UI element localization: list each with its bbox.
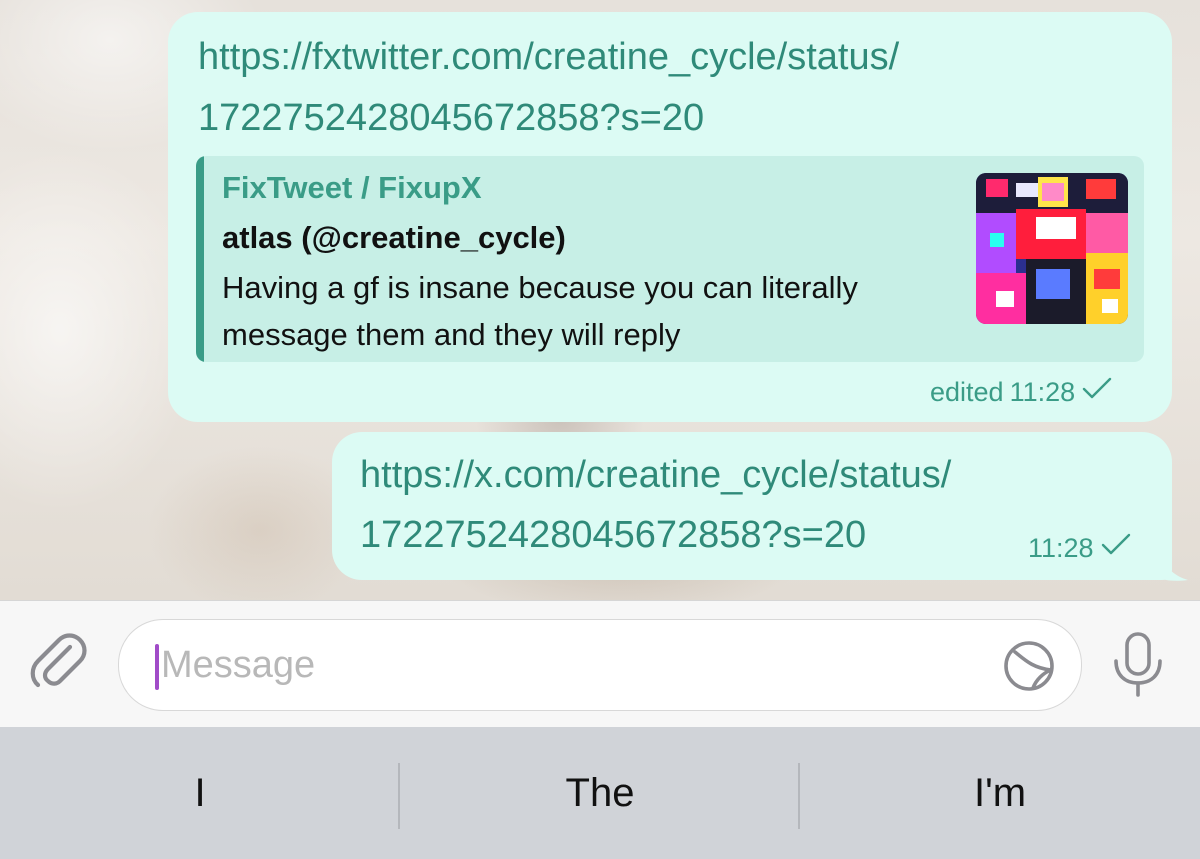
tweet-image-thumbnail[interactable] [976, 173, 1128, 324]
message-2-meta: 11:28 [1028, 532, 1132, 565]
message-2-time: 11:28 [1028, 533, 1094, 563]
link-preview-card[interactable]: FixTweet / FixupX atlas (@creatine_cycle… [196, 156, 1144, 362]
paperclip-icon[interactable] [28, 631, 92, 695]
check-icon [1100, 532, 1132, 565]
keyboard-suggestion-bar: I The I'm [0, 727, 1200, 859]
preview-text: Having a gf is insane because you can li… [222, 270, 858, 352]
microphone-icon[interactable] [1108, 631, 1168, 699]
message-1-link-line-1[interactable]: https://fxtwitter.com/creatine_cycle/sta… [198, 34, 899, 80]
message-2-link-line-2[interactable]: 1722752428045672858?s=20 [360, 512, 866, 558]
sticker-icon[interactable] [1003, 640, 1055, 692]
message-1-time: 11:28 [1009, 377, 1076, 407]
check-icon [1081, 376, 1113, 409]
message-composer: Message [0, 600, 1200, 727]
preview-accent-bar [196, 156, 204, 362]
preview-site-name: FixTweet / FixupX [222, 170, 482, 205]
suggestion-1[interactable]: I [0, 727, 400, 859]
suggestion-2[interactable]: The [400, 727, 800, 859]
suggestion-3[interactable]: I'm [800, 727, 1200, 859]
text-caret [155, 644, 159, 690]
message-input[interactable]: Message [118, 619, 1082, 711]
message-1-link-line-2[interactable]: 1722752428045672858?s=20 [198, 95, 704, 141]
edited-label: edited [930, 377, 1004, 407]
message-1-meta: edited 11:28 [930, 376, 1113, 409]
bubble-tail [1150, 548, 1188, 581]
preview-author: atlas (@creatine_cycle) [222, 220, 566, 255]
message-2-link-line-1[interactable]: https://x.com/creatine_cycle/status/ [360, 452, 951, 498]
message-placeholder: Message [161, 644, 316, 686]
